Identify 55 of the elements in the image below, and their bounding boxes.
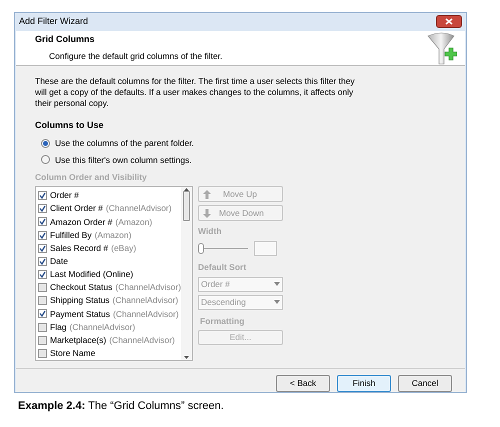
- checkbox[interactable]: [38, 309, 47, 318]
- slider-thumb[interactable]: [198, 242, 204, 254]
- column-item[interactable]: Fulfilled By (Amazon): [38, 228, 182, 242]
- scroll-thumb[interactable]: [183, 191, 190, 221]
- checkbox[interactable]: [38, 204, 47, 214]
- scroll-down-icon[interactable]: [184, 356, 190, 359]
- caret-icon: [274, 300, 280, 304]
- column-item[interactable]: Client Order # (ChannelAdvisor): [38, 202, 182, 216]
- finish-button[interactable]: Finish: [337, 375, 391, 392]
- cancel-button[interactable]: Cancel: [398, 375, 452, 392]
- radio-option[interactable]: Use the columns of the parent folder.: [41, 136, 455, 150]
- scrollbar[interactable]: [181, 187, 192, 360]
- checkbox[interactable]: [38, 336, 47, 345]
- figure-caption: Example 2.4: The “Grid Columns” screen.: [18, 399, 224, 414]
- back-button[interactable]: < Back: [276, 375, 330, 392]
- caret-icon: [274, 282, 280, 286]
- checkbox[interactable]: [38, 256, 47, 266]
- column-item[interactable]: Store Name: [38, 346, 182, 360]
- page-subtitle: Configure the default grid columns of the filter.: [49, 50, 224, 63]
- checkbox[interactable]: [38, 191, 47, 200]
- column-item[interactable]: Last Modified (Online): [38, 268, 182, 282]
- column-item[interactable]: Flag (ChannelAdvisor): [38, 320, 182, 334]
- checkbox[interactable]: [38, 283, 47, 292]
- close-icon: [445, 18, 453, 26]
- checkbox[interactable]: [38, 230, 47, 240]
- page-title: Grid Columns: [35, 33, 96, 46]
- column-item[interactable]: Marketplace(s) (ChannelAdvisor): [38, 334, 182, 347]
- checkmark-icon: [39, 310, 46, 318]
- radio-option[interactable]: Use this filter's own column settings.: [41, 154, 455, 166]
- up-arrow-icon: [203, 190, 211, 198]
- column-item[interactable]: Checkout Status (ChannelAdvisor): [38, 281, 182, 294]
- down-arrow-icon: [203, 208, 211, 218]
- default-sort-label: Default Sort: [198, 260, 248, 274]
- column-item[interactable]: Payment Status (ChannelAdvisor): [38, 307, 182, 321]
- column-list[interactable]: [35, 186, 193, 361]
- column-item[interactable]: Shipping Status (ChannelAdvisor): [38, 294, 182, 308]
- formatting-label: Formatting: [200, 314, 246, 328]
- window-title: Add Filter Wizard: [19, 15, 88, 28]
- column-item[interactable]: Date: [38, 254, 182, 268]
- width-slider[interactable]: [198, 242, 248, 254]
- width-label: Width: [198, 225, 223, 238]
- column-item[interactable]: Amazon Order # (Amazon): [38, 215, 182, 228]
- checkbox[interactable]: [38, 244, 47, 253]
- width-field[interactable]: [254, 240, 277, 256]
- column-item[interactable]: Order #: [38, 189, 182, 202]
- column-item[interactable]: Sales Record # (eBay): [38, 242, 182, 255]
- checkbox[interactable]: [38, 217, 47, 226]
- checkbox[interactable]: [38, 348, 47, 358]
- intro-paragraph: These are the default columns for the filter. The first time a user selects this filter they will get a copy of the defaults. If a user makes changes to the columns, it affects only their personal copy.: [35, 76, 356, 110]
- section-heading: Column Order and Visibility: [35, 171, 148, 184]
- close-button[interactable]: [436, 15, 462, 28]
- checkbox[interactable]: [38, 296, 47, 306]
- section-heading: Columns to Use: [35, 119, 105, 132]
- checkbox[interactable]: [38, 270, 47, 280]
- checkbox[interactable]: [38, 322, 47, 332]
